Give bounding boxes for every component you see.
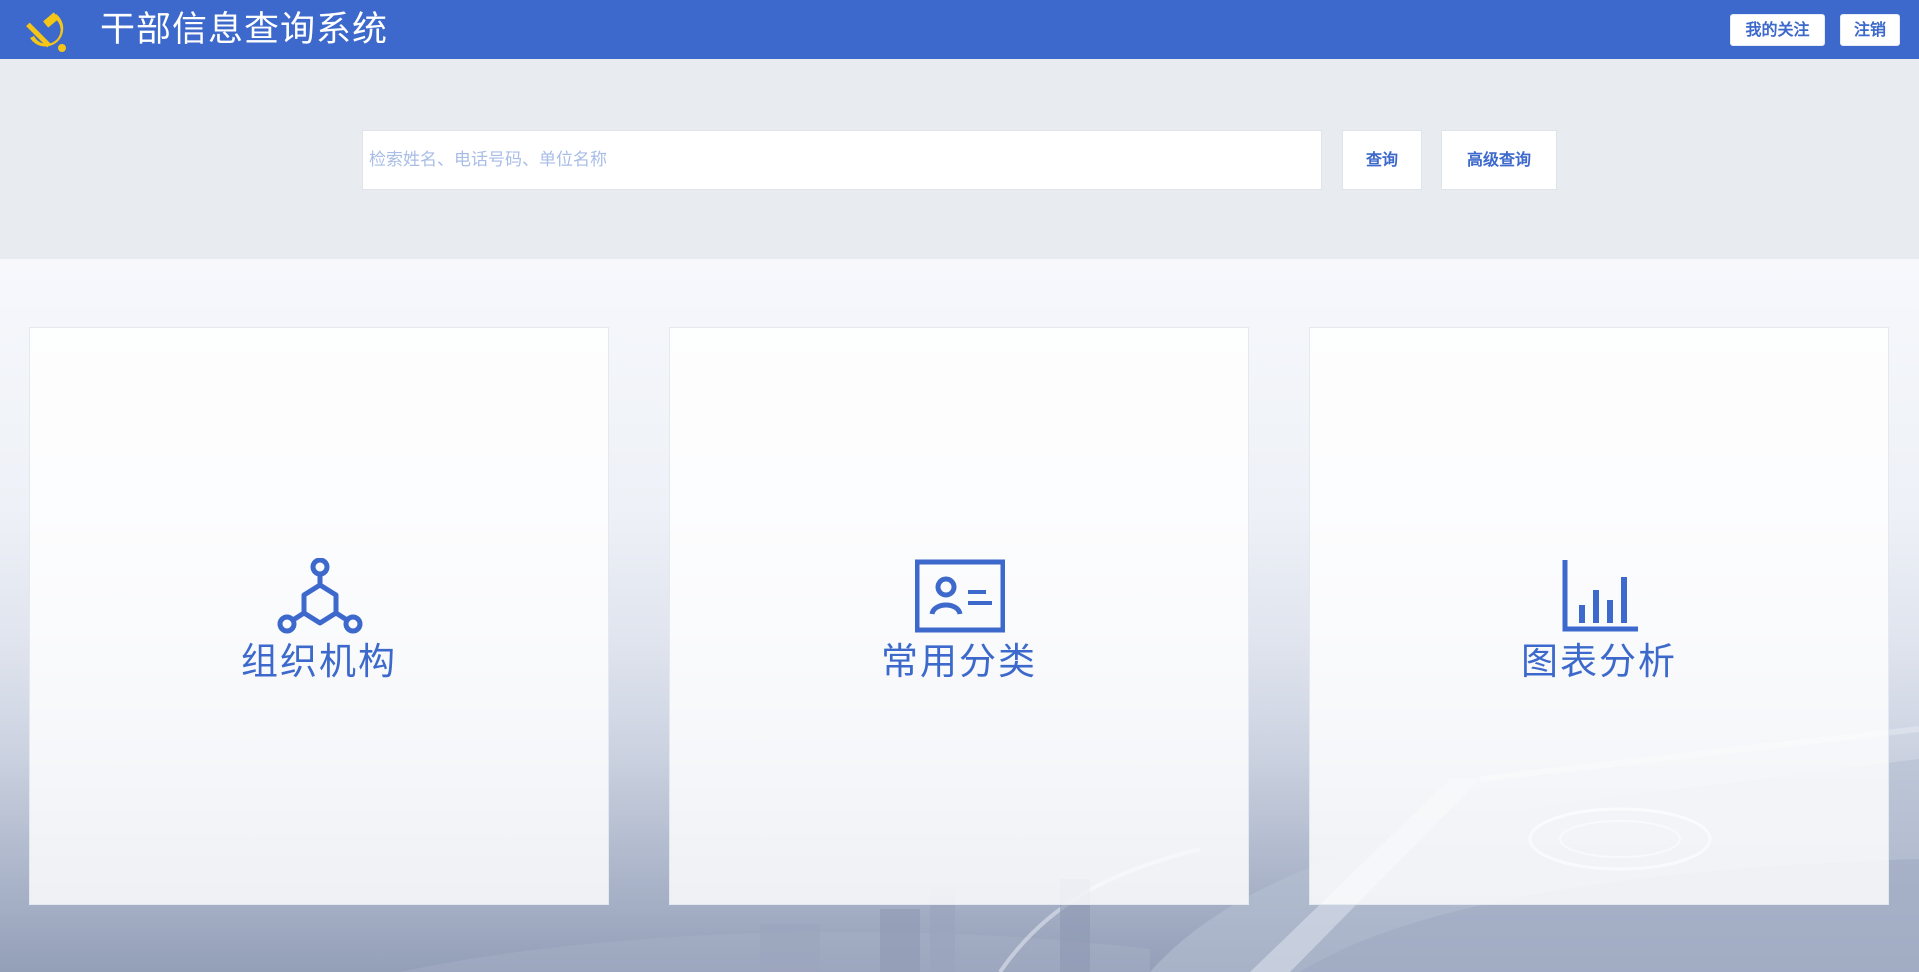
id-card-icon <box>915 559 1005 633</box>
card-common-category[interactable]: 常用分类 <box>669 327 1249 905</box>
card-chart-analysis[interactable]: 图表分析 <box>1309 327 1889 905</box>
card-organization-label: 组织机构 <box>241 640 397 683</box>
top-navbar: 干部信息查询系统 我的关注 注销 <box>0 0 1919 59</box>
logout-button[interactable]: 注销 <box>1840 14 1900 46</box>
search-input[interactable] <box>362 130 1322 190</box>
bar-chart-icon <box>1562 560 1638 632</box>
my-follow-button[interactable]: 我的关注 <box>1730 14 1825 46</box>
advanced-query-button[interactable]: 高级查询 <box>1441 130 1557 190</box>
app-title: 干部信息查询系统 <box>100 10 389 50</box>
card-chart-analysis-label: 图表分析 <box>1521 640 1677 683</box>
card-organization[interactable]: 组织机构 <box>29 327 609 905</box>
query-button[interactable]: 查询 <box>1342 130 1422 190</box>
card-common-category-label: 常用分类 <box>881 640 1037 683</box>
hammer-sickle-icon <box>26 12 66 52</box>
search-section: 查询 高级查询 <box>0 59 1919 259</box>
org-structure-icon <box>277 558 363 634</box>
main-content: 组织机构 常用分类 图表分析 <box>0 259 1919 972</box>
